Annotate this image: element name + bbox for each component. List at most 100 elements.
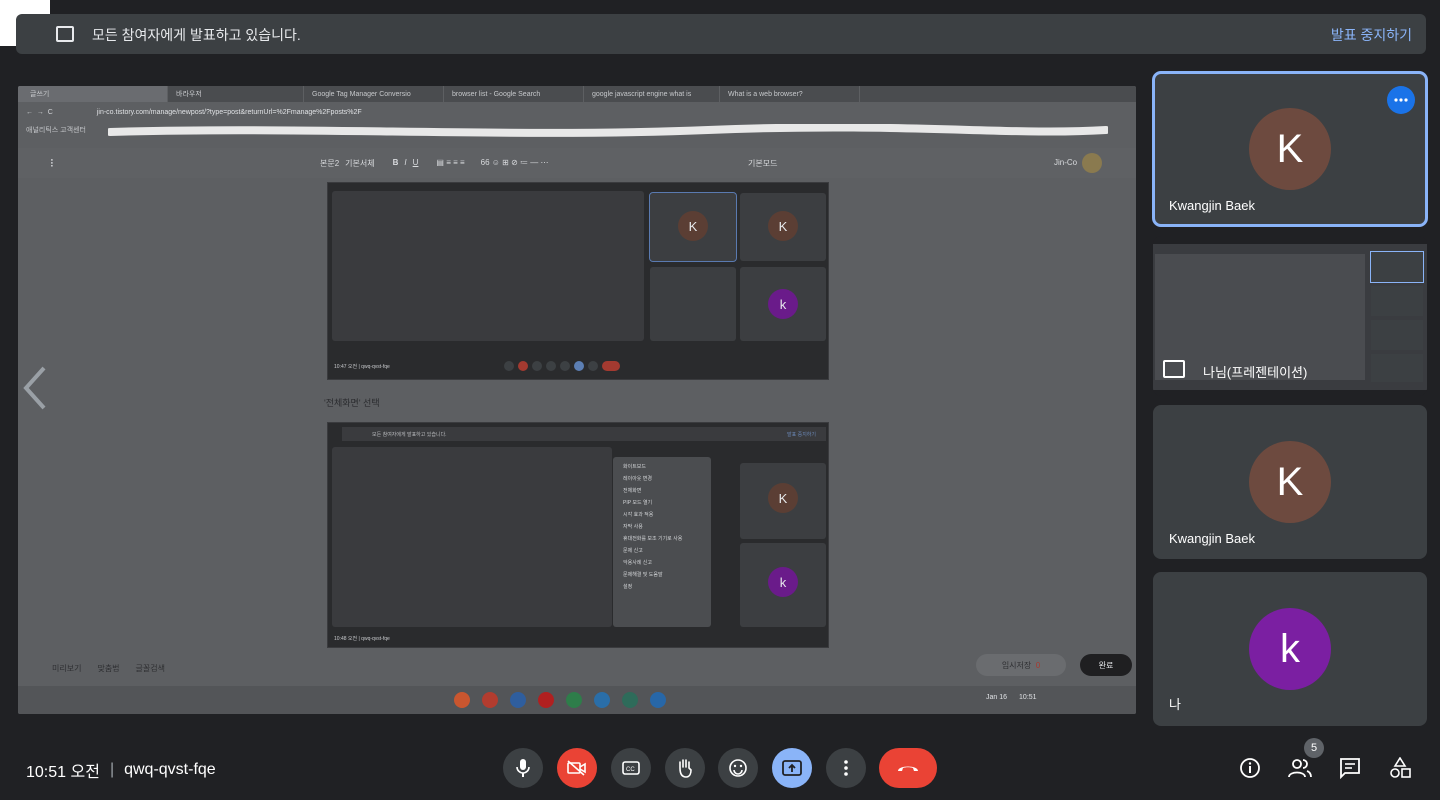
banner-message: 모든 참여자에게 발표하고 있습니다. [92, 27, 301, 43]
people-button[interactable] [1288, 756, 1312, 780]
address-url: jin-co.tistory.com/manage/newpost/?type=… [96, 108, 362, 116]
microphone-button[interactable] [503, 748, 543, 788]
align-buttons[interactable]: ▤ ≡ ≡ ≡ [436, 158, 464, 169]
menu-item[interactable]: 설정 [623, 581, 701, 593]
spellcheck-button[interactable]: 맞춤법 [97, 663, 119, 674]
editor-mode-dropdown[interactable]: 기본모드 [748, 158, 777, 169]
presentation-tile[interactable]: 나님(프레젠테이션) [1153, 236, 1427, 396]
participant-avatar: k [1249, 608, 1331, 690]
menu-item[interactable]: 자막 사용 [623, 521, 701, 533]
emoji-button[interactable] [718, 748, 758, 788]
thumb-tile [1371, 354, 1423, 382]
font-search-button[interactable]: 글꼴검색 [136, 663, 165, 674]
menu-item[interactable]: 레이아웃 변경 [623, 473, 701, 485]
chevron-left-icon[interactable] [20, 366, 50, 410]
mini-participant-tile: K [740, 193, 826, 261]
chat-button[interactable] [1338, 756, 1362, 780]
format-tools: 본문2 기본서체 B I U ▤ ≡ ≡ ≡ 66 ☺ ⊞ ⊘ ≔ — ⋯ [320, 158, 548, 169]
context-menu: 화이트보드 레이아웃 변경 전체화면 PIP 모드 열기 시각 효과 적용 자막… [613, 457, 711, 627]
activities-button[interactable] [1388, 756, 1412, 780]
mini-participant-tile: k [740, 543, 826, 627]
redaction-scribble [108, 124, 1108, 137]
more-icon[interactable] [1387, 86, 1415, 114]
svg-text:CC: CC [626, 767, 635, 773]
participant-tile[interactable]: K Kwangjin Baek [1153, 405, 1427, 559]
shelf-date: Jan 16 [986, 694, 1008, 701]
participant-tile[interactable]: K Kwangjin Baek [1152, 71, 1428, 227]
bold-button[interactable]: B [393, 158, 399, 169]
more-vert-icon [844, 760, 848, 776]
publish-button[interactable]: 완료 [1080, 654, 1132, 676]
browser-tab[interactable]: 바라우저 [168, 86, 304, 102]
insert-tools[interactable]: 66 ☺ ⊞ ⊘ ≔ — ⋯ [481, 158, 549, 169]
menu-item[interactable]: 휴대전화를 보조 기기로 사용 [623, 533, 701, 545]
shelf-status[interactable]: Jan 16 10:51 [986, 694, 1037, 701]
vscode-app-icon[interactable] [594, 692, 610, 708]
gmail-app-icon[interactable] [482, 692, 498, 708]
meeting-details-button[interactable] [1238, 756, 1262, 780]
editor-bottom-bar: 미리보기 맞춤법 글꼴검색 [18, 650, 1136, 686]
italic-button[interactable]: I [404, 158, 406, 169]
temp-save-count: 0 [1035, 660, 1041, 670]
menu-item[interactable]: 악용사례 신고 [623, 557, 701, 569]
present-screen-icon [56, 26, 74, 42]
underline-button[interactable]: U [413, 158, 419, 169]
browser-tab-bar: 글쓰기 바라우저 Google Tag Manager Conversio br… [18, 86, 1136, 102]
menu-item[interactable]: 문제해결 및 도움말 [623, 569, 701, 581]
people-icon [1288, 759, 1312, 778]
participant-name: 나 [1169, 697, 1181, 712]
mini-avatar: K [678, 211, 708, 241]
meeting-time: 10:51 오전 [26, 764, 100, 781]
temp-save-button[interactable]: 임시저장 0 [976, 654, 1066, 676]
bookmark-item[interactable]: 애널리틱스 고객센터 [26, 125, 86, 135]
app-dock [454, 692, 666, 708]
files-app-icon[interactable] [510, 692, 526, 708]
raise-hand-button[interactable] [665, 748, 705, 788]
author-name: Jin-Co [1054, 158, 1078, 167]
style-dropdown[interactable]: 본문2 [320, 158, 339, 169]
menu-item[interactable]: PIP 모드 열기 [623, 497, 701, 509]
chrome-app-icon[interactable] [454, 692, 470, 708]
shelf-time: 10:51 [1019, 694, 1037, 701]
editor-toolbar: ⁝ 본문2 기본서체 B I U ▤ ≡ ≡ ≡ 66 ☺ ⊞ ⊘ ≔ — ⋯ … [18, 148, 1136, 178]
preview-button[interactable]: 미리보기 [52, 663, 81, 674]
embedded-screenshot: 모든 참여자에게 발표하고 있습니다. 발표 중지하기 K k 10:48 오전… [327, 422, 829, 648]
chat-app-icon[interactable] [566, 692, 582, 708]
participant-name: Kwangjin Baek [1169, 198, 1255, 213]
camera-button[interactable] [557, 748, 597, 788]
menu-item[interactable]: 화이트보드 [623, 461, 701, 473]
info-icon [1240, 758, 1260, 778]
stop-presenting-button[interactable]: 발표 중지하기 [1331, 25, 1412, 45]
inner-stop-text: 발표 중지하기 [787, 432, 816, 438]
browser-tab[interactable]: What is a web browser? [720, 86, 860, 102]
captions-button[interactable]: CC [611, 748, 651, 788]
menu-item[interactable]: 문제 신고 [623, 545, 701, 557]
present-icon [782, 760, 802, 776]
nav-arrows[interactable]: ← → C [26, 109, 53, 116]
thumb-tile [1371, 286, 1423, 316]
font-dropdown[interactable]: 기본서체 [345, 158, 374, 169]
emoji-icon [729, 759, 747, 777]
browser-tab[interactable]: browser list - Google Search [444, 86, 584, 102]
leave-call-button[interactable] [879, 748, 937, 788]
mini-screen-preview [332, 191, 644, 341]
browser-tab[interactable]: Google Tag Manager Conversio [304, 86, 444, 102]
mini-participant-tile: K [649, 192, 737, 262]
browser-tab[interactable]: 글쓰기 [18, 86, 168, 102]
meet-app-icon[interactable] [622, 692, 638, 708]
raise-hand-icon [679, 759, 692, 778]
menu-item[interactable]: 시각 효과 적용 [623, 509, 701, 521]
menu-item[interactable]: 전체화면 [623, 485, 701, 497]
author-avatar[interactable] [1082, 153, 1102, 173]
self-tile[interactable]: k 나 [1153, 572, 1427, 726]
edge-app-icon[interactable] [650, 692, 666, 708]
participant-avatar: K [1249, 108, 1331, 190]
address-bar[interactable]: ← → C jin-co.tistory.com/manage/newpost/… [18, 104, 1136, 120]
browser-tab[interactable]: google javascript engine what is [584, 86, 720, 102]
present-screen-icon [1163, 360, 1185, 378]
inner-meeting-code: 10:47 오전 | qwq-qvst-fqe [334, 364, 390, 370]
more-options-button[interactable] [826, 748, 866, 788]
thumb-tile [1371, 320, 1423, 350]
youtube-app-icon[interactable] [538, 692, 554, 708]
present-button[interactable] [772, 748, 812, 788]
